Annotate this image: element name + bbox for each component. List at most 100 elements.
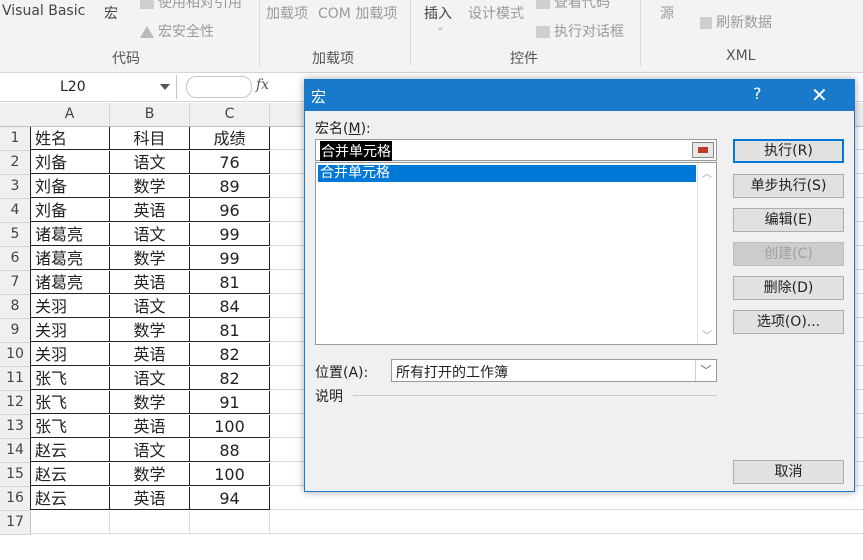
table-cell[interactable]: 英语 [110,199,190,222]
refresh-data-button[interactable]: 刷新数据 [700,12,772,32]
edit-button[interactable]: 编辑(E) [733,208,844,232]
row-header[interactable]: 12 [0,391,31,415]
table-cell[interactable]: 99 [190,247,270,270]
create-button[interactable]: 创建(C) [733,242,844,266]
select-all-corner[interactable] [0,103,31,127]
insert-function-icon[interactable]: fx [256,77,269,93]
options-button[interactable]: 选项(O)... [733,310,844,334]
table-cell[interactable]: 科目 [110,127,190,150]
table-cell[interactable]: 赵云 [30,439,110,462]
table-cell[interactable] [30,511,110,534]
row-header[interactable]: 15 [0,463,31,487]
table-cell[interactable]: 数学 [110,319,190,342]
row-header[interactable]: 14 [0,439,31,463]
table-cell[interactable]: 英语 [110,271,190,294]
scroll-down-icon[interactable]: ﹀ [702,327,712,342]
table-cell[interactable]: 姓名 [30,127,110,150]
location-select[interactable]: 所有打开的工作簿 ﹀ [391,359,717,382]
source-button[interactable]: 源 [660,3,674,23]
table-cell[interactable]: 82 [190,367,270,390]
row-header[interactable]: 16 [0,487,31,511]
close-icon[interactable]: ✕ [811,83,828,107]
table-cell[interactable] [110,511,190,534]
run-dialog-button[interactable]: 执行对话框 [536,21,624,41]
row-header[interactable]: 10 [0,343,31,367]
table-cell[interactable]: 语文 [110,439,190,462]
table-cell[interactable]: 91 [190,391,270,414]
row-header[interactable]: 11 [0,367,31,391]
table-cell[interactable]: 语文 [110,295,190,318]
com-addins-button[interactable]: COM 加载项 [318,3,397,23]
addins-button[interactable]: 加载项 [266,3,308,23]
row-header[interactable]: 6 [0,247,31,271]
macro-security-button[interactable]: 宏安全性 [140,21,214,41]
table-cell[interactable]: 张飞 [30,415,110,438]
row-header[interactable]: 17 [0,511,31,535]
row-header[interactable]: 7 [0,271,31,295]
table-cell[interactable]: 语文 [110,367,190,390]
table-cell[interactable]: 张飞 [30,367,110,390]
table-cell[interactable]: 语文 [110,151,190,174]
table-cell[interactable]: 关羽 [30,295,110,318]
table-cell[interactable]: 数学 [110,247,190,270]
visual-basic-button[interactable]: Visual Basic [2,3,85,19]
delete-button[interactable]: 删除(D) [733,276,844,300]
run-button[interactable]: 执行(R) [733,139,844,163]
table-cell[interactable]: 数学 [110,175,190,198]
view-code-button[interactable]: 查看代码 [536,0,610,12]
table-cell[interactable]: 94 [190,487,270,510]
use-relative-button[interactable]: 使用相对引用 [140,0,242,12]
row-header[interactable]: 3 [0,175,31,199]
chevron-down-icon[interactable]: ﹀ [695,360,716,381]
column-header[interactable]: B [110,103,190,127]
scrollbar[interactable]: ︿ ﹀ [697,163,716,344]
table-cell[interactable]: 100 [190,415,270,438]
table-cell[interactable]: 英语 [110,415,190,438]
table-cell[interactable]: 81 [190,319,270,342]
table-cell[interactable]: 76 [190,151,270,174]
table-cell[interactable]: 张飞 [30,391,110,414]
table-cell[interactable]: 数学 [110,463,190,486]
scroll-up-icon[interactable]: ︿ [702,165,712,180]
table-cell[interactable]: 96 [190,199,270,222]
help-icon[interactable]: ? [753,84,762,103]
table-cell[interactable]: 赵云 [30,487,110,510]
table-cell[interactable]: 刘备 [30,199,110,222]
table-cell[interactable]: 刘备 [30,175,110,198]
macro-name-input[interactable]: 合并单元格 [315,139,717,161]
table-cell[interactable]: 诸葛亮 [30,223,110,246]
macro-list[interactable]: 合并单元格 ︿ ﹀ [315,162,717,345]
table-cell[interactable]: 赵云 [30,463,110,486]
name-box[interactable]: L20 [0,75,177,99]
table-cell[interactable]: 82 [190,343,270,366]
table-cell[interactable]: 99 [190,223,270,246]
table-cell[interactable] [270,511,863,534]
table-cell[interactable]: 语文 [110,223,190,246]
insert-control-button[interactable]: 插入 [424,3,452,23]
list-item[interactable]: 合并单元格 [318,165,696,182]
step-into-button[interactable]: 单步执行(S) [733,174,844,198]
column-header[interactable]: C [190,103,270,127]
row-header[interactable]: 8 [0,295,31,319]
row-header[interactable]: 2 [0,151,31,175]
chevron-down-icon[interactable] [160,84,170,90]
table-cell[interactable]: 刘备 [30,151,110,174]
table-cell[interactable]: 88 [190,439,270,462]
table-cell[interactable]: 诸葛亮 [30,247,110,270]
table-cell[interactable]: 英语 [110,343,190,366]
table-cell[interactable]: 关羽 [30,319,110,342]
table-cell[interactable]: 关羽 [30,343,110,366]
table-cell[interactable]: 成绩 [190,127,270,150]
table-cell[interactable]: 89 [190,175,270,198]
row-header[interactable]: 5 [0,223,31,247]
row-header[interactable]: 1 [0,127,31,151]
macros-button[interactable]: 宏 [104,3,118,23]
table-cell[interactable]: 数学 [110,391,190,414]
collapse-dialog-icon[interactable] [692,142,714,158]
row-header[interactable]: 9 [0,319,31,343]
table-cell[interactable] [190,511,270,534]
table-cell[interactable]: 英语 [110,487,190,510]
column-header[interactable]: A [30,103,110,127]
table-cell[interactable]: 100 [190,463,270,486]
design-mode-button[interactable]: 设计模式 [468,3,524,23]
